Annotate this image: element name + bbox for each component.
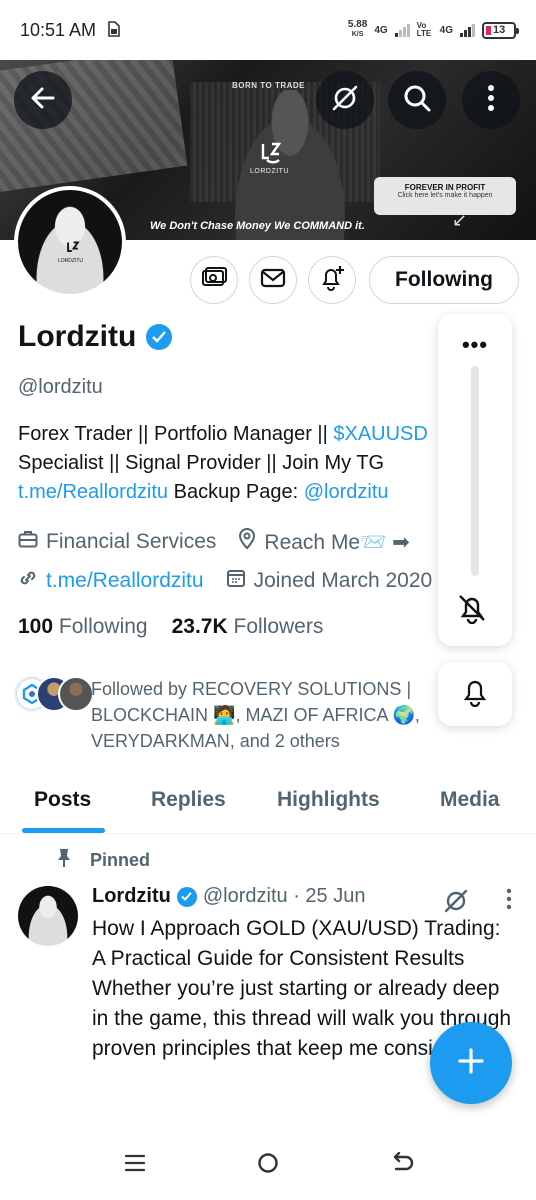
pinned-label: Pinned	[56, 848, 150, 873]
signal-bars-icon	[460, 23, 475, 37]
sim-card-icon	[106, 20, 120, 40]
envelope-icon	[260, 267, 286, 294]
following-count-link[interactable]: 100 Following	[18, 615, 148, 639]
bell-icon	[461, 677, 489, 712]
status-bar: 10:51 AM 5.88 K/S 4G Vo LTE 4G 13	[0, 0, 536, 60]
curved-arrow-icon: ↙	[452, 210, 468, 230]
verified-badge-icon	[176, 886, 197, 907]
profile-location: Reach Me📨 ➡	[238, 528, 410, 556]
home-circle-icon[interactable]	[257, 1152, 279, 1179]
calendar-icon	[226, 568, 246, 594]
profile-category: Financial Services	[18, 530, 216, 554]
profile-meta-row: t.me/Reallordzitu Joined March 2020	[18, 568, 454, 594]
profile-meta-row: Financial Services Reach Me📨 ➡	[18, 528, 432, 556]
active-tab-indicator	[22, 828, 105, 833]
avatar-logo-text: LORDZITU	[58, 258, 83, 264]
bio-backup-link[interactable]: @lordzitu	[304, 481, 389, 503]
signal-label-2: 4G	[439, 24, 453, 36]
followed-by-avatars[interactable]	[14, 676, 94, 712]
location-pin-icon	[238, 528, 256, 556]
bio-telegram-link[interactable]: t.me/Reallordzitu	[18, 481, 168, 503]
followers-count-link[interactable]: 23.7K Followers	[172, 615, 324, 639]
bio-text: Forex Trader || Portfolio Manager ||	[18, 423, 334, 445]
post-header: Lordzitu @lordzitu · 25 Jun	[92, 885, 365, 908]
profile-joined: Joined March 2020	[226, 568, 432, 594]
bio-text: Backup Page:	[168, 481, 304, 503]
following-button[interactable]: Following	[369, 256, 519, 304]
status-time: 10:51 AM	[20, 19, 97, 40]
more-vertical-icon	[487, 84, 495, 117]
follower-avatar	[58, 676, 94, 712]
side-panel-more[interactable]: •••	[438, 332, 512, 358]
banner-profit-subtitle: Click here let's make it happen	[397, 192, 493, 199]
plus-icon	[456, 1046, 486, 1081]
pin-icon	[56, 848, 72, 873]
profile-name: Lordzitu	[18, 320, 137, 353]
side-panel-bell-button[interactable]	[438, 662, 512, 726]
profile-website[interactable]: t.me/Reallordzitu	[18, 568, 204, 594]
battery-icon: 13	[482, 21, 519, 39]
followed-by-text[interactable]: Followed by RECOVERY SOLUTIONS | BLOCKCH…	[91, 676, 441, 754]
bell-plus-icon	[318, 264, 346, 297]
tab-posts[interactable]: Posts	[34, 788, 91, 812]
back-nav-icon[interactable]	[390, 1151, 414, 1179]
signal-bars-icon	[394, 23, 410, 37]
notifications-off-icon[interactable]	[455, 590, 489, 629]
banner-profit-card: FOREVER IN PROFIT Click here let's make …	[374, 177, 516, 215]
volte-label: Vo LTE	[416, 21, 432, 38]
network-speed: 5.88 K/S	[347, 19, 368, 39]
message-button[interactable]	[249, 256, 297, 304]
money-icon	[201, 266, 227, 294]
tab-replies[interactable]: Replies	[151, 788, 226, 812]
avatar-logo-icon	[65, 240, 81, 259]
post-more-options[interactable]	[498, 887, 519, 911]
profile-tabs: Posts Replies Highlights Media	[0, 776, 536, 834]
link-icon	[18, 568, 38, 594]
profile-avatar[interactable]: LORDZITU	[14, 186, 126, 298]
bio-text: Specialist || Signal Provider || Join My…	[18, 452, 385, 474]
back-button[interactable]	[14, 71, 72, 129]
banner-top-text: BORN TO TRADE	[232, 81, 306, 90]
signal-label-1: 4G	[374, 24, 388, 36]
system-nav-bar	[0, 1130, 536, 1200]
tab-highlights[interactable]: Highlights	[277, 788, 380, 812]
tab-media[interactable]: Media	[440, 788, 500, 812]
briefcase-icon	[18, 530, 38, 554]
banner-tagline: We Don't Chase Money We COMMAND it.	[150, 220, 365, 232]
post-author-name[interactable]: Lordzitu	[92, 885, 171, 908]
post-author-avatar[interactable]	[18, 886, 78, 946]
grok-button[interactable]	[316, 71, 374, 129]
verified-badge-icon[interactable]	[146, 324, 173, 350]
recent-apps-icon[interactable]	[124, 1152, 146, 1179]
subscribe-button[interactable]	[190, 256, 238, 304]
profile-name-row: Lordzitu	[18, 320, 173, 354]
arrow-left-icon	[29, 84, 57, 117]
compose-button[interactable]	[430, 1022, 512, 1104]
post-author-meta: @lordzitu · 25 Jun	[202, 885, 366, 907]
follow-counts: 100 Following 23.7K Followers	[18, 615, 323, 639]
notify-button[interactable]	[308, 256, 356, 304]
search-button[interactable]	[388, 71, 446, 129]
profile-handle: @lordzitu	[18, 376, 103, 398]
banner-logo-text: LORDZITU	[250, 168, 289, 175]
grok-icon	[330, 83, 360, 118]
side-panel-slider[interactable]	[471, 366, 479, 576]
bio-cashtag-link[interactable]: $XAUUSD	[333, 423, 427, 445]
banner-profit-title: FOREVER IN PROFIT	[404, 183, 486, 192]
search-icon	[402, 83, 432, 118]
more-options-button[interactable]	[462, 71, 520, 129]
